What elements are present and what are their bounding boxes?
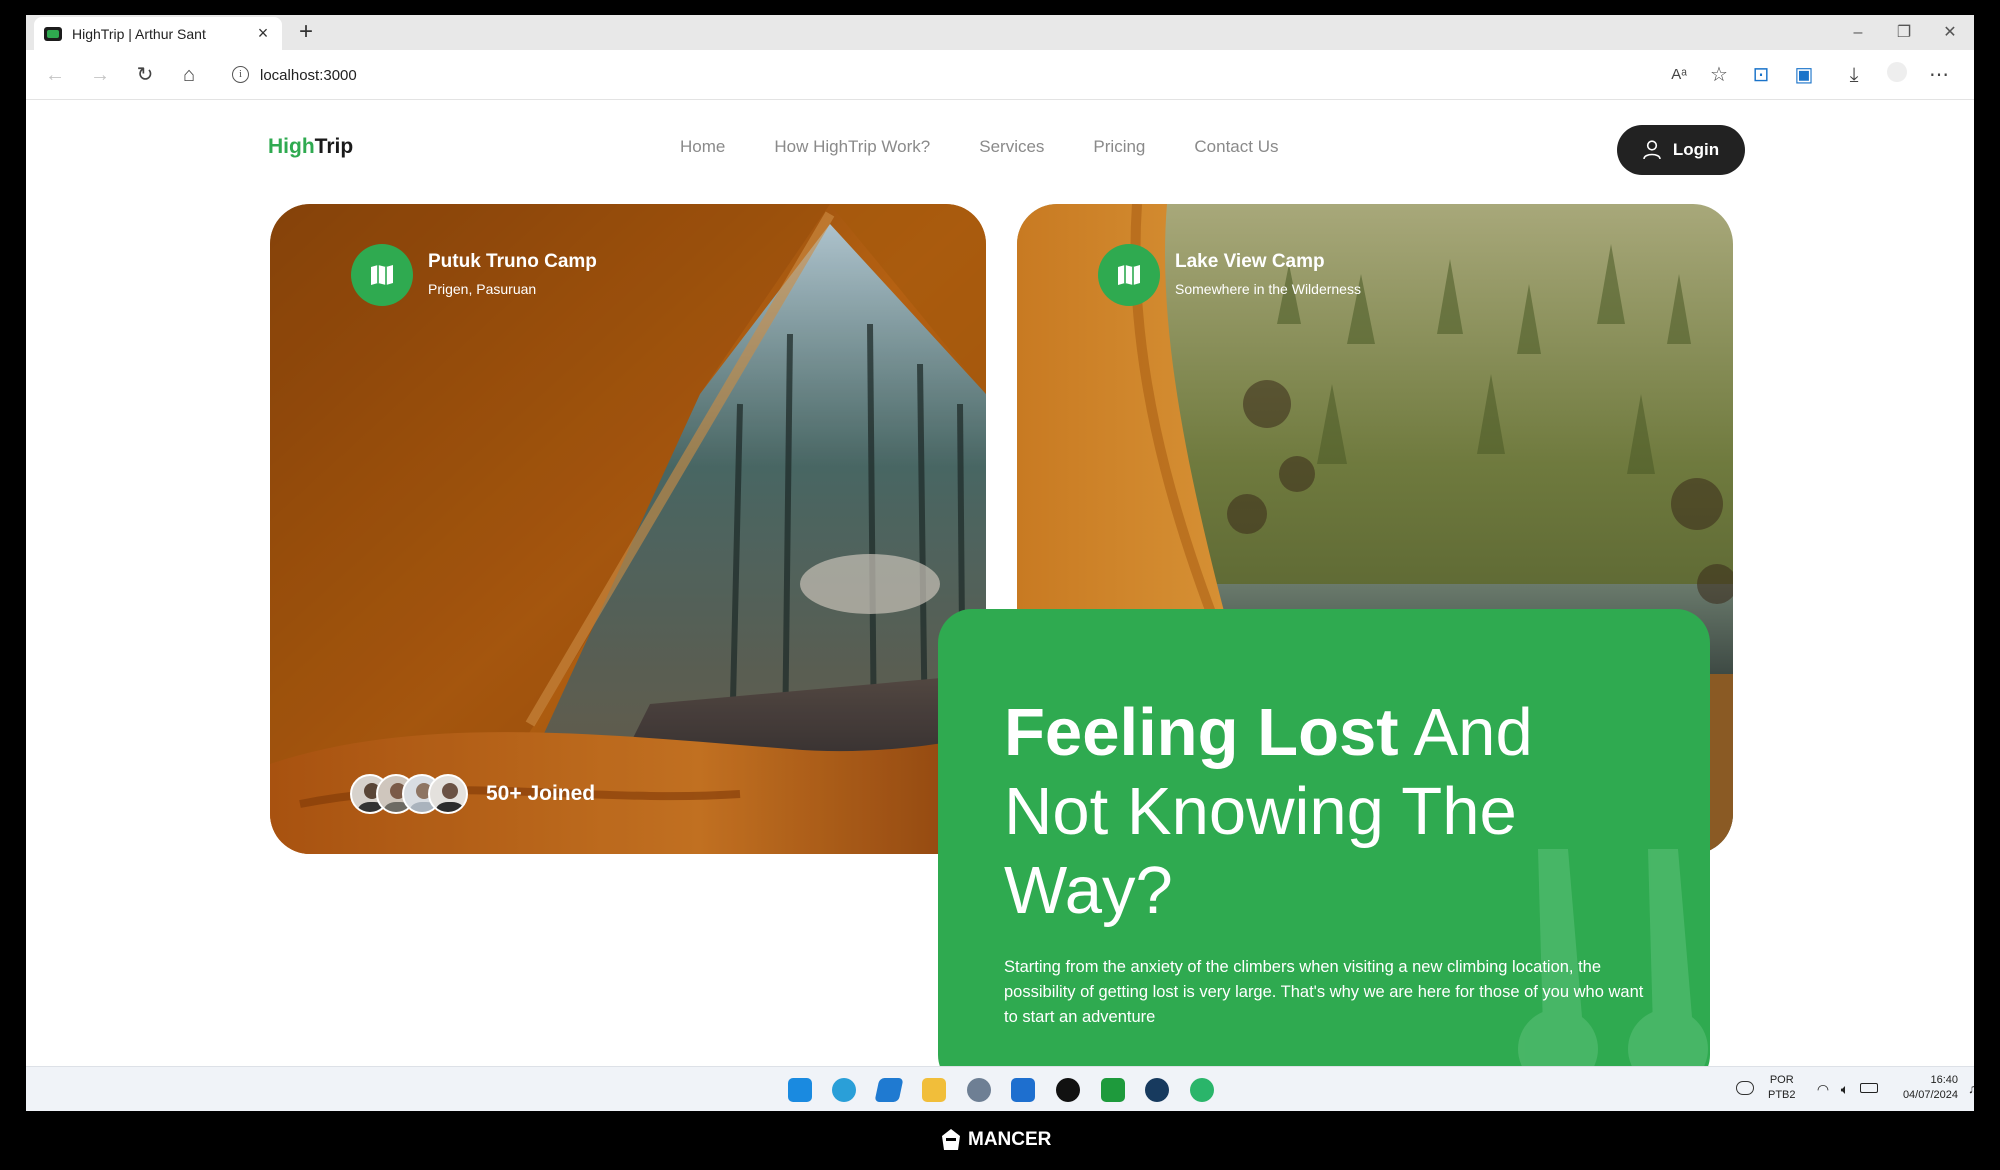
- map-badge: [351, 244, 413, 306]
- edge-dev-icon[interactable]: [1190, 1078, 1214, 1102]
- downloads-icon[interactable]: ⤓: [1841, 62, 1867, 88]
- logo-high: High: [268, 135, 315, 158]
- card-title: Putuk Truno Camp: [428, 251, 597, 272]
- map-badge: [1098, 244, 1160, 306]
- url-text: localhost:3000: [260, 66, 357, 84]
- clock-time: 16:40: [1930, 1074, 1958, 1086]
- app-g-icon[interactable]: [1056, 1078, 1080, 1102]
- tab-strip: HighTrip | Arthur Sant × + – ❐ ✕: [26, 15, 1974, 50]
- keyboard-layout: PTB2: [1768, 1089, 1796, 1101]
- login-label: Login: [1672, 140, 1720, 159]
- volume-icon[interactable]: 🔈︎: [1836, 1081, 1854, 1097]
- card-subtitle: Prigen, Pasuruan: [428, 281, 537, 297]
- taskbar: POR PTB2 ◠ 🔈︎ 16:40 04/07/2024 ♫: [26, 1066, 1974, 1111]
- battery-icon[interactable]: [1860, 1083, 1878, 1093]
- store-icon[interactable]: [1011, 1078, 1035, 1102]
- nav-pricing[interactable]: Pricing: [1093, 137, 1145, 157]
- main-nav: Home How HighTrip Work? Services Pricing…: [680, 137, 1327, 157]
- nav-home[interactable]: Home: [680, 137, 725, 157]
- notification-bell-icon[interactable]: ♫: [1966, 1081, 1974, 1097]
- read-aloud-icon[interactable]: Aᵃ: [1666, 62, 1692, 88]
- screen: HighTrip | Arthur Sant × + – ❐ ✕ ← → ↻ ⌂…: [0, 0, 2000, 1170]
- forward-icon[interactable]: →: [87, 62, 113, 88]
- vscode-icon[interactable]: [874, 1078, 904, 1102]
- refresh-icon[interactable]: ↻: [132, 62, 158, 88]
- favorite-star-icon[interactable]: ☆: [1706, 62, 1732, 88]
- logo-trip: Trip: [314, 135, 354, 158]
- nav-how-it-works[interactable]: How HighTrip Work?: [774, 137, 930, 157]
- language-indicator[interactable]: POR PTB2: [1768, 1073, 1796, 1103]
- wifi-icon[interactable]: ◠: [1814, 1081, 1832, 1097]
- profile-icon[interactable]: [1884, 62, 1910, 88]
- browser-tab[interactable]: HighTrip | Arthur Sant ×: [34, 17, 282, 50]
- mancer-logo-icon: [942, 1129, 960, 1150]
- tab-title: HighTrip | Arthur Sant: [72, 25, 206, 42]
- map-icon: [1118, 265, 1140, 285]
- camp-card-putuk-truno[interactable]: Putuk Truno Camp Prigen, Pasuruan 50+ Jo…: [270, 204, 986, 854]
- site-favicon-icon: [44, 26, 62, 41]
- browser-toolbar: ← → ↻ ⌂ i localhost:3000 Aᵃ ☆ ⊡ ▣ ⤓ ⋯: [26, 50, 1974, 100]
- extension-icon[interactable]: ▣: [1791, 62, 1817, 88]
- user-icon: [1643, 140, 1661, 160]
- site-info-icon[interactable]: i: [232, 66, 249, 83]
- site-logo[interactable]: HighTrip: [268, 135, 353, 159]
- clock-date: 04/07/2024: [1902, 1089, 1958, 1101]
- start-icon[interactable]: [788, 1078, 812, 1102]
- browser-window: HighTrip | Arthur Sant × + – ❐ ✕ ← → ↻ ⌂…: [26, 15, 1974, 1111]
- file-explorer-icon[interactable]: [922, 1078, 946, 1102]
- onedrive-icon[interactable]: [1736, 1081, 1754, 1095]
- nav-contact[interactable]: Contact Us: [1194, 137, 1278, 157]
- back-icon[interactable]: ←: [42, 62, 68, 88]
- hero-panel: Feeling Lost And Not Knowing The Way? St…: [938, 609, 1710, 1066]
- hero-headline-strong: Feeling Lost: [1004, 695, 1399, 770]
- address-bar[interactable]: i localhost:3000: [216, 57, 1656, 93]
- restore-icon[interactable]: ❐: [1892, 21, 1916, 45]
- clock[interactable]: 16:40 04/07/2024: [1894, 1073, 1958, 1103]
- map-icon: [371, 265, 393, 285]
- new-tab-icon[interactable]: +: [294, 20, 318, 45]
- screenshot-icon[interactable]: ⊡: [1748, 62, 1774, 88]
- hero-body: Starting from the anxiety of the climber…: [1004, 958, 1644, 1026]
- card-title: Lake View Camp: [1175, 251, 1325, 272]
- card-subtitle: Somewhere in the Wilderness: [1175, 281, 1361, 297]
- web-page: HighTrip Home How HighTrip Work? Service…: [26, 101, 1974, 1066]
- more-options-icon[interactable]: ⋯: [1926, 62, 1952, 88]
- mancer-watermark: MANCER: [940, 1128, 1051, 1152]
- home-icon[interactable]: ⌂: [176, 62, 202, 88]
- edge-icon[interactable]: [832, 1078, 856, 1102]
- lang-code: POR: [1769, 1074, 1794, 1086]
- minimize-icon[interactable]: –: [1846, 21, 1870, 45]
- nav-services[interactable]: Services: [979, 137, 1044, 157]
- tab-close-icon[interactable]: ×: [254, 23, 272, 44]
- joined-count: 50+ Joined: [486, 782, 596, 805]
- settings-icon[interactable]: [967, 1078, 991, 1102]
- mancer-text: MANCER: [968, 1129, 1052, 1150]
- hero-headline: Feeling Lost And Not Knowing The Way?: [1004, 693, 1624, 930]
- login-button[interactable]: Login: [1617, 125, 1745, 175]
- close-window-icon[interactable]: ✕: [1938, 21, 1962, 45]
- xbox-icon[interactable]: [1101, 1078, 1125, 1102]
- avatar: [428, 774, 468, 814]
- joined-avatars: [350, 774, 470, 816]
- steam-icon[interactable]: [1145, 1078, 1169, 1102]
